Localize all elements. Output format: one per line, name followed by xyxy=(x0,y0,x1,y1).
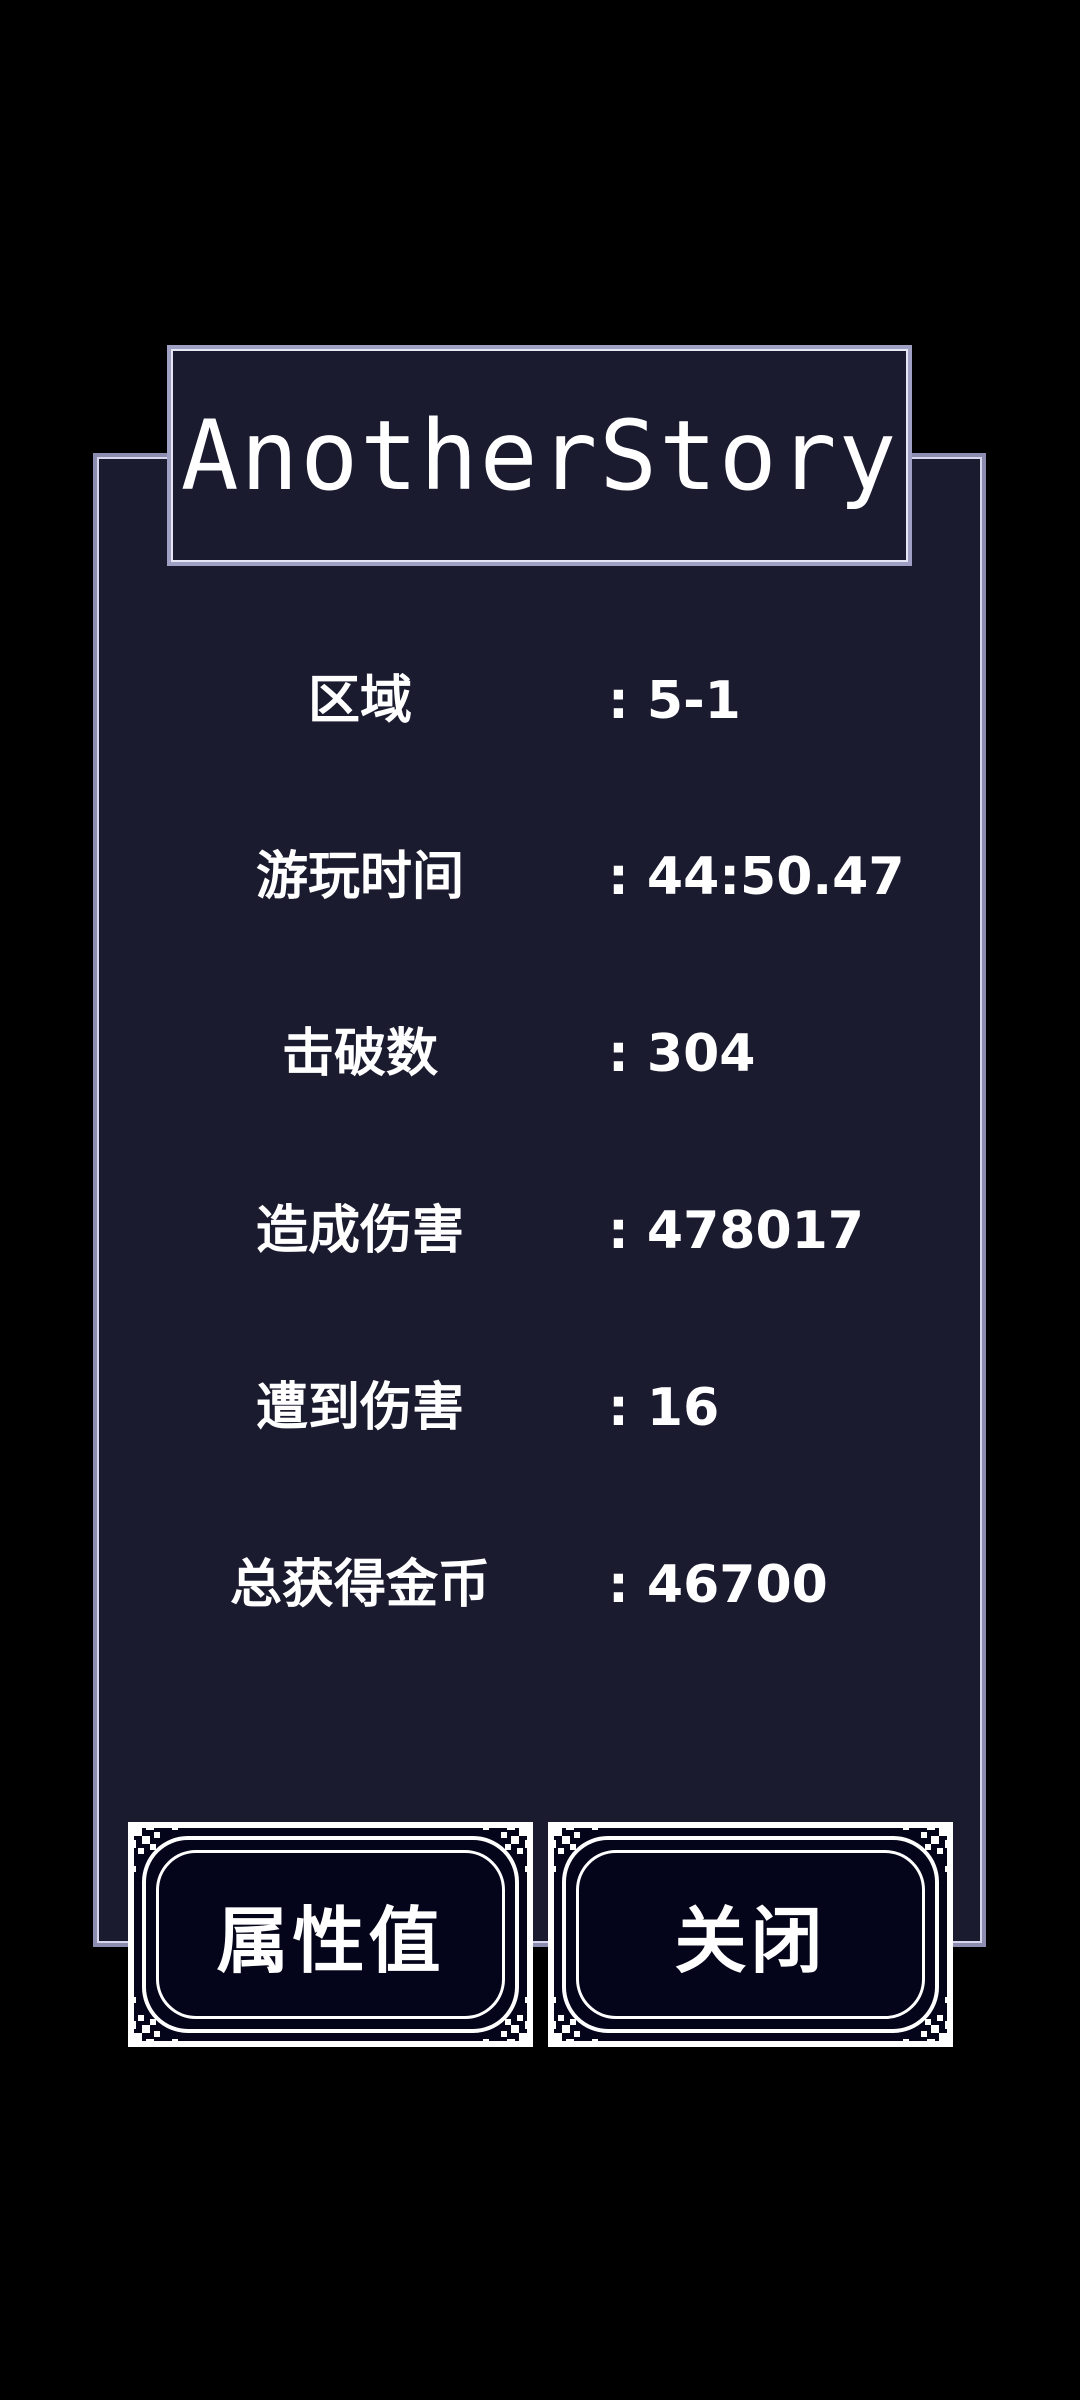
attributes-button-label: 属性值 xyxy=(216,1899,445,1983)
ornament-corner-icon xyxy=(128,1822,178,1872)
ornament-corner-icon xyxy=(483,1822,533,1872)
ornament-corner-icon xyxy=(548,1822,598,1872)
stat-label: 击破数 xyxy=(281,1024,438,1084)
stat-value: : 16 xyxy=(608,1378,720,1438)
close-button[interactable]: 关闭 xyxy=(548,1822,953,2047)
stat-value: : 304 xyxy=(608,1024,756,1084)
ornament-corner-icon xyxy=(483,1997,533,2047)
stat-value: : 5-1 xyxy=(608,671,741,731)
stat-row-play-time: 游玩时间 : 44:50.47 xyxy=(0,832,1080,922)
stat-value: : 44:50.47 xyxy=(608,847,905,907)
ornament-corner-icon xyxy=(903,1997,953,2047)
stat-label: 游玩时间 xyxy=(255,847,464,907)
stat-label: 总获得金币 xyxy=(229,1555,490,1615)
attributes-button[interactable]: 属性值 xyxy=(128,1822,533,2047)
stat-label: 造成伤害 xyxy=(255,1201,464,1261)
close-button-label: 关闭 xyxy=(674,1899,827,1983)
ornament-corner-icon xyxy=(128,1997,178,2047)
stat-row-damage-dealt: 造成伤害 : 478017 xyxy=(0,1186,1080,1276)
title-banner: AnotherStory xyxy=(167,345,912,566)
stat-value: : 478017 xyxy=(608,1201,864,1261)
ornament-corner-icon xyxy=(548,1997,598,2047)
stat-value: : 46700 xyxy=(608,1555,828,1615)
stat-row-kills: 击破数 : 304 xyxy=(0,1009,1080,1099)
stat-label: 遭到伤害 xyxy=(255,1378,464,1438)
stat-label: 区域 xyxy=(307,671,412,731)
stat-row-total-coins: 总获得金币 : 46700 xyxy=(0,1540,1080,1630)
stat-row-area: 区域 : 5-1 xyxy=(0,656,1080,746)
game-title: AnotherStory xyxy=(180,399,899,512)
ornament-corner-icon xyxy=(903,1822,953,1872)
stat-row-damage-taken: 遭到伤害 : 16 xyxy=(0,1363,1080,1453)
